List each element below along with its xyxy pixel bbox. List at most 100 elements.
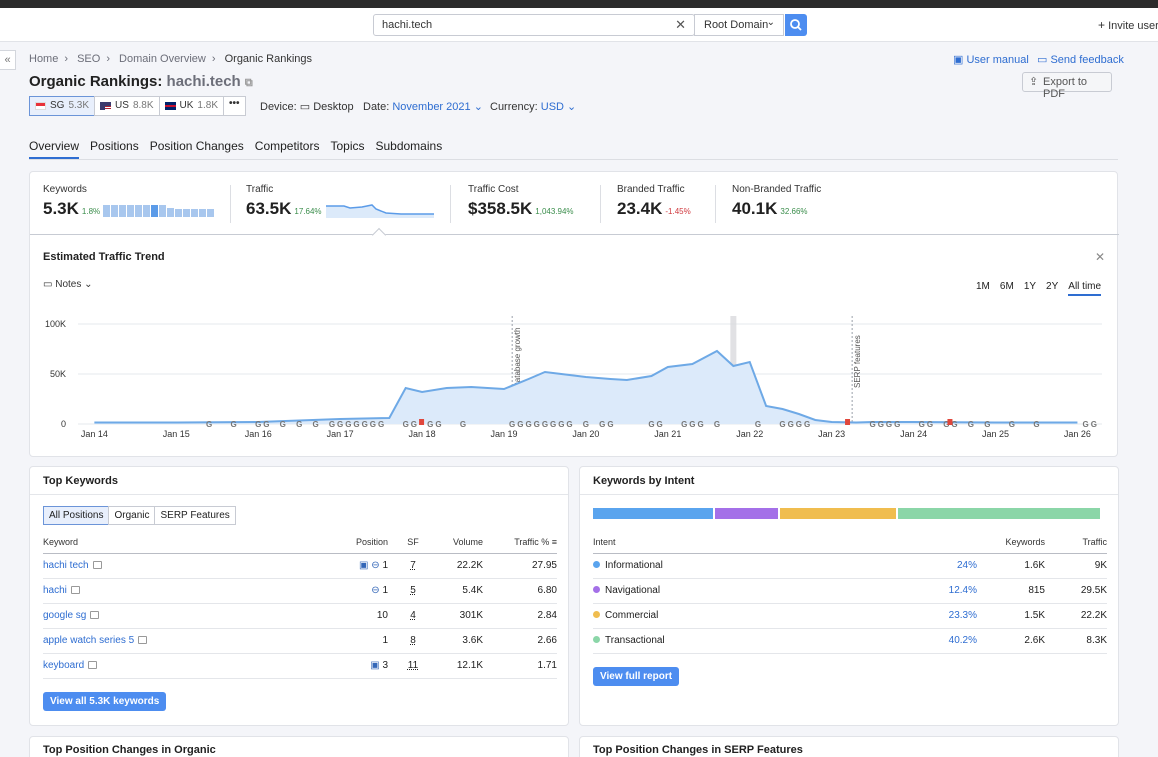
send-feedback-link[interactable]: ▭ Send feedback: [1037, 53, 1124, 66]
col-position[interactable]: Position: [283, 531, 388, 554]
overview-card: Keywords 5.3K 1.8% Traffic 63.5K 17.64% Tr…: [29, 171, 1119, 457]
cache-icon[interactable]: [70, 586, 80, 595]
cache-icon[interactable]: [92, 561, 102, 570]
range-all-time[interactable]: All time: [1068, 281, 1102, 296]
clear-icon[interactable]: ✕: [675, 17, 686, 33]
sf-count[interactable]: 11: [408, 660, 418, 671]
keyword-link[interactable]: hachi: [43, 585, 67, 596]
view-full-report-button[interactable]: View full report: [593, 667, 680, 686]
breadcrumb-domain-overview[interactable]: Domain Overview: [119, 53, 206, 65]
google-update-icon: G: [403, 420, 409, 429]
intent-bar-segment[interactable]: [898, 508, 1101, 519]
google-update-icon: G: [255, 420, 261, 429]
metric-keywords[interactable]: Keywords 5.3K 1.8%: [43, 184, 100, 219]
close-icon[interactable]: ✕: [1095, 250, 1105, 264]
intent-traffic: 9K: [1045, 553, 1107, 579]
col-sf[interactable]: SF: [388, 531, 438, 554]
currency-value: USD: [540, 101, 564, 113]
keyword-link[interactable]: keyboard: [43, 660, 84, 671]
more-databases-button[interactable]: •••: [223, 96, 246, 116]
filter-serp-features[interactable]: SERP Features: [154, 506, 236, 525]
col-share: [893, 531, 977, 554]
metric-delta: 1,043.94%: [535, 207, 574, 216]
top-position-changes-card: Top Position Changes in Organic: [29, 736, 569, 757]
device-value: Desktop: [313, 101, 354, 113]
col-volume[interactable]: Volume: [438, 531, 483, 554]
col-keyword[interactable]: Keyword: [43, 531, 283, 554]
keyword-link[interactable]: apple watch series 5: [43, 635, 134, 646]
filter-all-positions[interactable]: All Positions: [43, 506, 110, 525]
notes-dropdown[interactable]: ▭ Notes ⌄: [43, 279, 93, 290]
page-title-domain[interactable]: hachi.tech: [167, 73, 241, 90]
intent-bar-segment[interactable]: [779, 508, 897, 519]
sf-count[interactable]: 5: [410, 585, 416, 596]
currency-filter[interactable]: Currency: USD ⌄: [490, 100, 576, 113]
intent-pct[interactable]: 23.3%: [893, 603, 977, 629]
sf-count[interactable]: 4: [410, 610, 416, 621]
domain-scope-select[interactable]: Root Domain ⌄: [694, 14, 784, 36]
breadcrumb-home[interactable]: Home: [29, 53, 58, 65]
singapore-flag-icon: [35, 102, 46, 110]
col-traffic: Traffic: [1045, 531, 1107, 554]
tab-position-changes[interactable]: Position Changes: [150, 139, 244, 159]
range-2y[interactable]: 2Y: [1046, 281, 1058, 296]
db-tab-us[interactable]: US 8.8K: [94, 96, 160, 116]
metric-non-branded-traffic[interactable]: Non-Branded Traffic 40.1K 32.66%: [732, 184, 821, 219]
metric-value: 23.4K: [617, 199, 663, 218]
table-row: google sg 10 4 301K 2.84: [43, 603, 557, 629]
intent-bar-segment[interactable]: [593, 508, 714, 519]
user-manual-link[interactable]: ▣ User manual: [953, 53, 1029, 66]
tab-topics[interactable]: Topics: [330, 139, 364, 159]
tab-subdomains[interactable]: Subdomains: [375, 139, 442, 159]
range-6m[interactable]: 6M: [1000, 281, 1014, 296]
x-tick-label: Jan 26: [1064, 429, 1091, 437]
sf-count[interactable]: 7: [410, 560, 416, 571]
collapse-sidebar-button[interactable]: «: [0, 50, 16, 70]
us-flag-icon: [100, 102, 112, 110]
position-value: 1: [382, 635, 388, 646]
google-update-icon: G: [583, 420, 589, 429]
range-1m[interactable]: 1M: [976, 281, 990, 296]
position-value: 1: [382, 560, 388, 571]
invite-users-link[interactable]: + Invite users: [1098, 18, 1158, 32]
google-update-icon: G: [525, 420, 531, 429]
google-update-icon: G: [878, 420, 884, 429]
sort-icon: ≡: [551, 536, 557, 547]
view-all-keywords-button[interactable]: View all 5.3K keywords: [43, 692, 167, 711]
metric-branded-traffic[interactable]: Branded Traffic 23.4K -1.45%: [617, 184, 691, 219]
metric-traffic-cost[interactable]: Traffic Cost $358.5K 1,043.94%: [468, 184, 574, 219]
device-filter[interactable]: Device: ▭ Desktop: [260, 100, 354, 113]
keyword-link[interactable]: hachi tech: [43, 560, 89, 571]
cache-icon[interactable]: [138, 636, 148, 645]
metric-traffic[interactable]: Traffic 63.5K 17.64%: [246, 184, 322, 219]
domain-search-input[interactable]: hachi.tech ✕: [373, 14, 695, 36]
tab-positions[interactable]: Positions: [90, 139, 139, 159]
db-tab-sg[interactable]: SG 5.3K: [29, 96, 96, 116]
date-filter[interactable]: Date: November 2021 ⌄: [363, 100, 483, 113]
col-traffic[interactable]: Traffic % ≡: [483, 531, 557, 554]
cache-icon[interactable]: [90, 611, 100, 620]
traffic-value: 1.71: [483, 653, 557, 679]
metric-label: Non-Branded Traffic: [732, 184, 822, 195]
google-update-icon: G: [689, 420, 695, 429]
keyword-link[interactable]: google sg: [43, 610, 86, 621]
cache-icon[interactable]: [88, 661, 98, 670]
intent-pct[interactable]: 24%: [893, 553, 977, 579]
db-tab-uk[interactable]: UK 1.8K: [158, 96, 224, 116]
external-link-icon[interactable]: ⧉: [245, 77, 253, 89]
x-tick-label: Jan 22: [736, 429, 763, 437]
breadcrumb-seo[interactable]: SEO: [77, 53, 100, 65]
range-1y[interactable]: 1Y: [1024, 281, 1036, 296]
intent-pct[interactable]: 40.2%: [893, 628, 977, 654]
note-icon: ▭: [43, 279, 53, 290]
intent-pct[interactable]: 12.4%: [893, 578, 977, 604]
tab-overview[interactable]: Overview: [29, 139, 80, 159]
breadcrumb-current: Organic Rankings: [224, 53, 313, 65]
intent-bar-segment[interactable]: [715, 508, 778, 519]
export-pdf-button[interactable]: ⇪ Export to PDF: [1022, 72, 1112, 100]
sf-count[interactable]: 8: [410, 635, 416, 646]
tab-competitors[interactable]: Competitors: [255, 139, 320, 159]
position-filter: All Positions Organic SERP Features: [43, 506, 236, 525]
filter-organic[interactable]: Organic: [108, 506, 156, 525]
search-button[interactable]: [785, 14, 807, 36]
